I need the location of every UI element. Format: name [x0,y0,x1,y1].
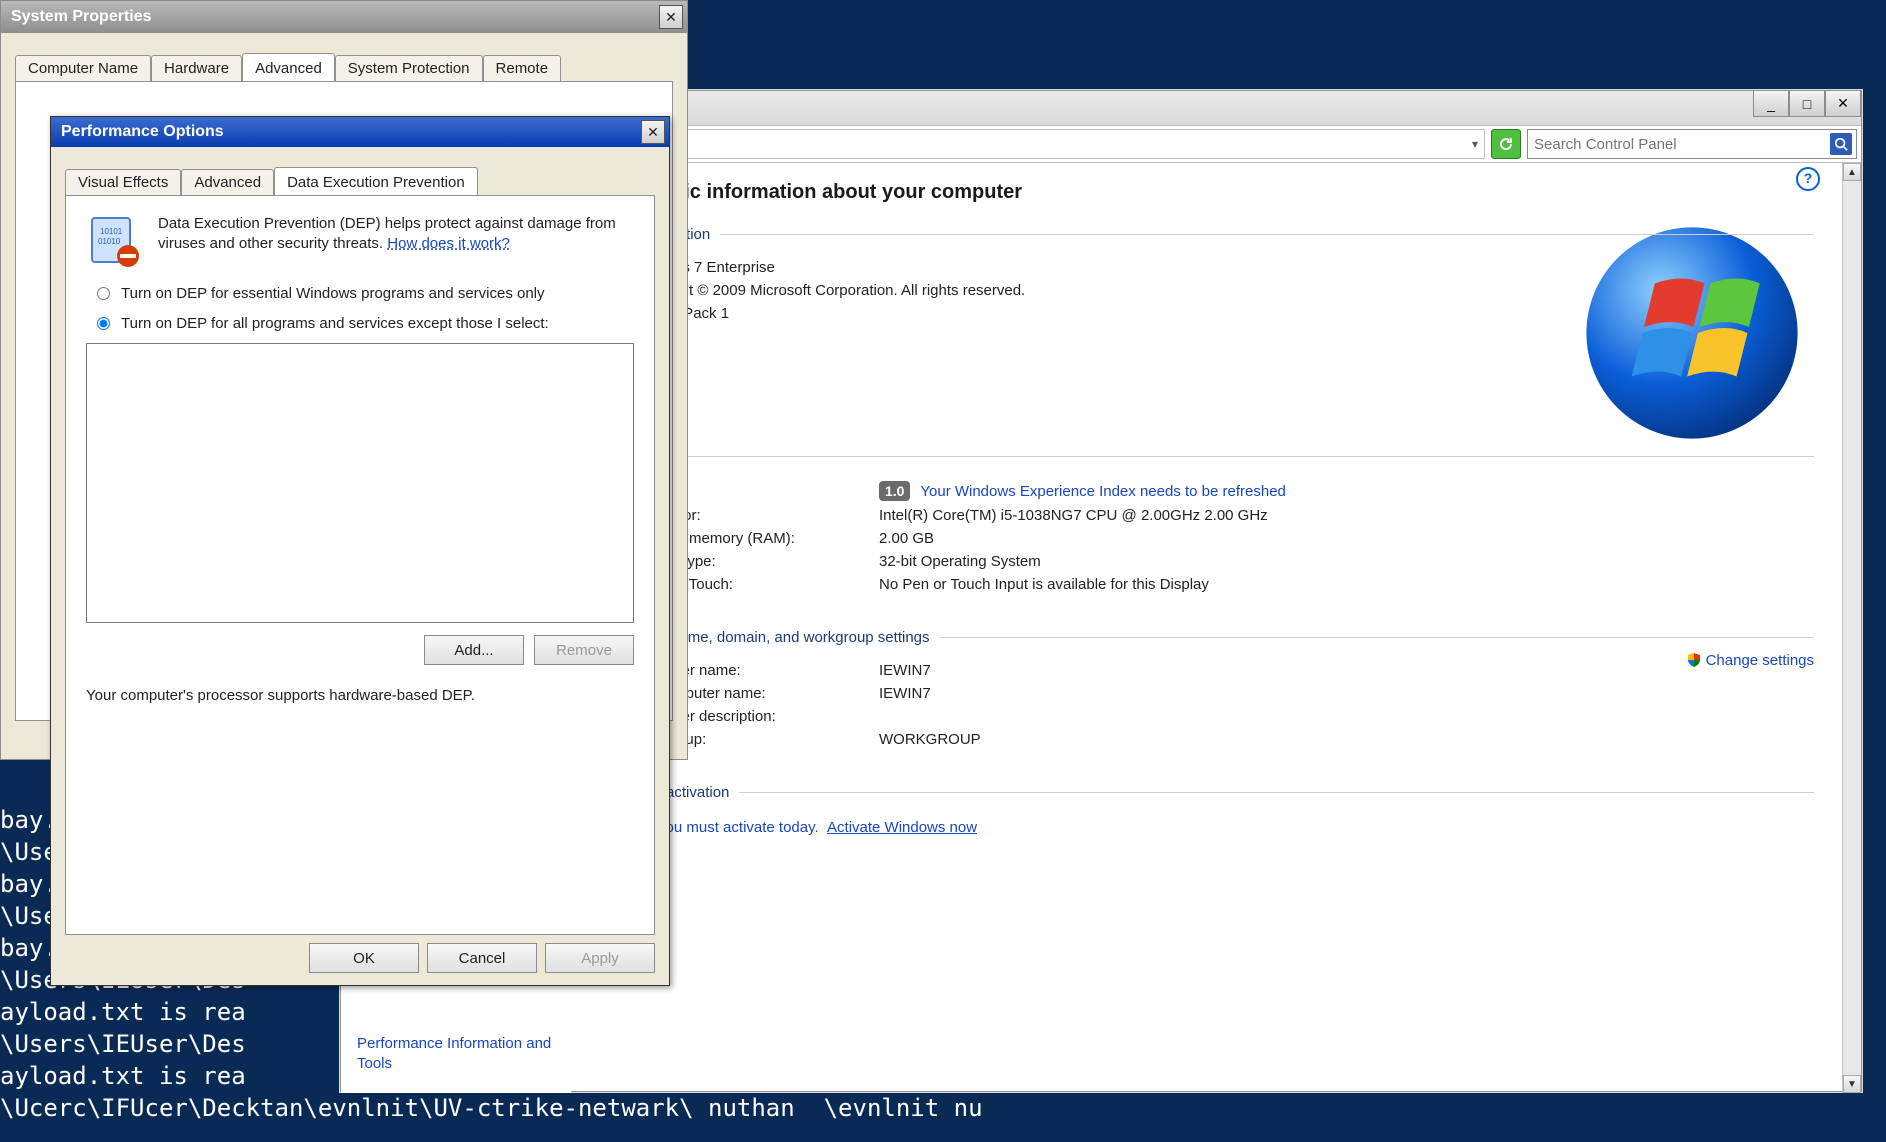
main-pane: ? View basic information about your comp… [571,163,1842,1093]
minimize-button[interactable]: _ [1753,91,1789,117]
section-windows-edition: Windows edition Windows 7 Enterprise Cop… [599,226,1814,328]
rating-badge: 1.0 [879,481,910,501]
add-button[interactable]: Add... [424,635,524,665]
performance-options-window: Performance Options ✕ Visual Effects Adv… [50,116,670,986]
close-button[interactable]: ✕ [641,120,665,144]
help-icon[interactable]: ? [1796,167,1820,191]
cancel-button[interactable]: Cancel [427,943,537,973]
tab-advanced[interactable]: Advanced [242,53,335,81]
radio-dep-essential-label: Turn on DEP for essential Windows progra… [121,284,545,304]
radio-dep-all-input[interactable] [97,317,110,330]
radio-dep-all[interactable]: Turn on DEP for all programs and service… [92,314,634,334]
performance-options-tabs: Visual Effects Advanced Data Execution P… [65,167,655,195]
system-properties-titlebar[interactable]: System Properties ✕ [1,1,687,33]
svg-text:10101: 10101 [100,227,123,236]
dep-description: Data Execution Prevention (DEP) helps pr… [158,214,634,270]
value-processor: Intel(R) Core(TM) i5-1038NG7 CPU @ 2.00G… [879,507,1814,524]
radio-dep-essential[interactable]: Turn on DEP for essential Windows progra… [92,284,634,304]
ok-button[interactable]: OK [309,943,419,973]
scroll-down-icon[interactable]: ▼ [1843,1075,1861,1093]
radio-dep-all-label: Turn on DEP for all programs and service… [121,314,549,334]
section-computer-name: Computer name, domain, and workgroup set… [599,629,1814,754]
window-title: Performance Options [61,123,224,141]
tab-remote[interactable]: Remote [483,55,562,81]
dep-support-status: Your computer's processor supports hardw… [86,687,634,704]
value-ram: 2.00 GB [879,530,1814,547]
activate-link[interactable]: Activate Windows now [827,819,977,836]
section-windows-activation: Windows activation You must activate tod… [599,784,1814,842]
radio-dep-essential-input[interactable] [97,287,110,300]
tab-computer-name[interactable]: Computer Name [15,55,151,81]
value-full-computer-name: IEWIN7 [879,685,1814,702]
value-system-type: 32-bit Operating System [879,553,1814,570]
refresh-button[interactable] [1491,129,1521,159]
value-pen-touch: No Pen or Touch Input is available for t… [879,576,1814,593]
tab-data-execution-prevention[interactable]: Data Execution Prevention [274,167,478,195]
scrollbar[interactable]: ▲ ▼ [1842,163,1861,1093]
search-icon [1834,137,1848,151]
shield-icon [1686,652,1702,668]
search-input[interactable] [1532,135,1830,154]
activation-text: You must activate today. [657,819,819,836]
left-link-performance-info[interactable]: Performance Information and Tools [357,1034,555,1073]
system-properties-tabs: Computer Name Hardware Advanced System P… [15,53,673,81]
tab-visual-effects[interactable]: Visual Effects [65,169,181,195]
value-computer-description [879,708,1814,725]
chevron-down-icon[interactable]: ▾ [1472,137,1478,151]
dep-shield-icon: 10101 01010 [86,214,142,270]
search-box[interactable] [1527,129,1857,159]
close-button[interactable]: ✕ [659,5,683,29]
value-workgroup: WORKGROUP [879,731,1814,748]
remove-button[interactable]: Remove [534,635,634,665]
tab-hardware[interactable]: Hardware [151,55,242,81]
dep-exclusion-list[interactable] [86,343,634,623]
page-title: View basic information about your comput… [599,181,1814,204]
rating-link[interactable]: Your Windows Experience Index needs to b… [920,483,1286,500]
close-button[interactable]: ✕ [1825,91,1861,117]
refresh-icon [1498,136,1514,152]
apply-button[interactable]: Apply [545,943,655,973]
svg-text:01010: 01010 [98,237,121,246]
window-title: System Properties [11,8,152,26]
search-button[interactable] [1830,133,1852,155]
dep-help-link[interactable]: How does it work? [387,235,510,252]
maximize-button[interactable]: □ [1789,91,1825,117]
tab-system-protection[interactable]: System Protection [335,55,483,81]
section-system: System Rating: 1.0 Your Windows Experien… [599,448,1814,599]
dep-page: 10101 01010 Data Execution Prevention (D… [65,195,655,935]
performance-options-titlebar[interactable]: Performance Options ✕ [51,117,669,147]
scroll-up-icon[interactable]: ▲ [1843,163,1861,181]
tab-advanced[interactable]: Advanced [181,169,274,195]
value-computer-name: IEWIN7 [879,662,1814,679]
change-settings-link[interactable]: Change settings [1686,652,1814,669]
